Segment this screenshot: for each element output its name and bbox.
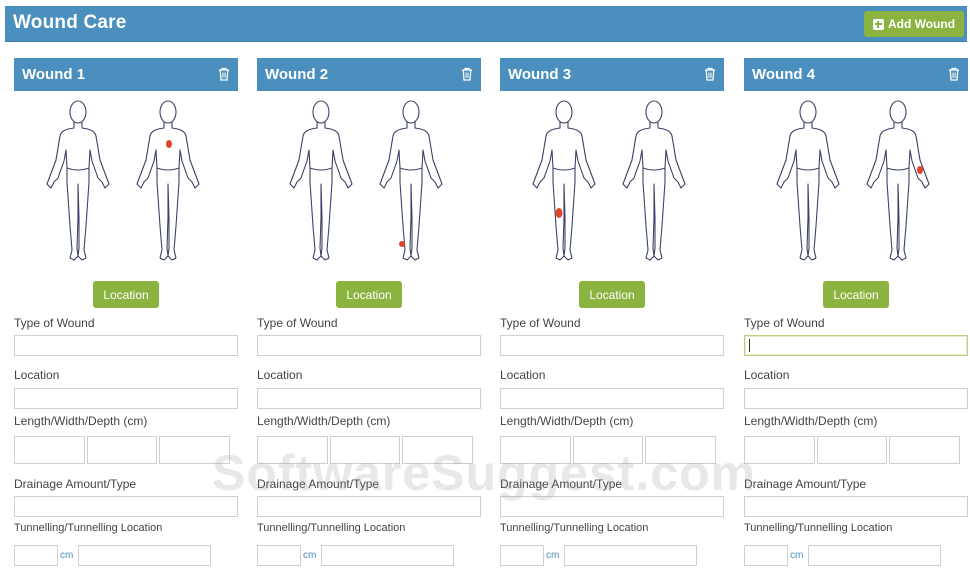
wound-marker xyxy=(917,166,923,174)
type-of-wound-input[interactable] xyxy=(257,335,481,356)
type-of-wound-label: Type of Wound xyxy=(257,316,338,330)
tunnelling-location-input[interactable] xyxy=(808,545,941,566)
wound-title: Wound 2 xyxy=(265,66,329,83)
add-wound-label: Add Wound xyxy=(887,17,956,31)
drainage-label: Drainage Amount/Type xyxy=(257,477,380,491)
body-diagram[interactable] xyxy=(770,98,940,268)
text-cursor xyxy=(749,339,750,352)
back-body-figure xyxy=(866,100,930,261)
tunnelling-location-input[interactable] xyxy=(321,545,454,566)
tunnelling-label: Tunnelling/Tunnelling Location xyxy=(500,522,649,534)
tunnelling-size-input[interactable] xyxy=(14,545,58,566)
length-input[interactable] xyxy=(14,436,85,464)
wound-card-header: Wound 4 xyxy=(744,58,968,91)
trash-icon[interactable] xyxy=(948,67,960,81)
body-diagram[interactable] xyxy=(283,98,453,268)
wound-card-1: Wound 1 Location Type of Wound Location … xyxy=(14,58,238,570)
tunnelling-size-input[interactable] xyxy=(500,545,544,566)
depth-input[interactable] xyxy=(402,436,473,464)
drainage-label: Drainage Amount/Type xyxy=(744,477,867,491)
location-label: Location xyxy=(744,368,790,382)
location-input[interactable] xyxy=(14,388,238,409)
back-body-figure xyxy=(379,100,443,261)
depth-input[interactable] xyxy=(889,436,960,464)
width-input[interactable] xyxy=(817,436,887,464)
wound-title: Wound 1 xyxy=(22,66,86,83)
tunnelling-label: Tunnelling/Tunnelling Location xyxy=(14,522,163,534)
location-button[interactable]: Location xyxy=(336,281,402,308)
wound-marker xyxy=(399,241,405,247)
unit-label: cm xyxy=(60,550,74,561)
width-input[interactable] xyxy=(573,436,643,464)
trash-icon[interactable] xyxy=(704,67,716,81)
tunnelling-location-input[interactable] xyxy=(564,545,697,566)
location-button[interactable]: Location xyxy=(579,281,645,308)
type-of-wound-input[interactable] xyxy=(500,335,724,356)
front-body-figure xyxy=(776,100,840,261)
location-input[interactable] xyxy=(500,388,724,409)
location-label: Location xyxy=(257,368,303,382)
front-body-figure xyxy=(532,100,596,261)
add-wound-button[interactable]: Add Wound xyxy=(864,11,964,37)
drainage-input[interactable] xyxy=(257,496,481,517)
width-input[interactable] xyxy=(87,436,157,464)
drainage-input[interactable] xyxy=(14,496,238,517)
location-label: Location xyxy=(500,368,546,382)
wound-card-header: Wound 2 xyxy=(257,58,481,91)
page-title: Wound Care xyxy=(13,12,127,33)
body-diagram[interactable] xyxy=(40,98,210,268)
length-input[interactable] xyxy=(744,436,815,464)
back-body-figure xyxy=(136,100,200,261)
tunnelling-size-input[interactable] xyxy=(257,545,301,566)
wound-marker xyxy=(555,208,563,218)
back-body-figure xyxy=(622,100,686,261)
body-diagram[interactable] xyxy=(526,98,696,268)
length-input[interactable] xyxy=(500,436,571,464)
location-input[interactable] xyxy=(744,388,968,409)
unit-label: cm xyxy=(546,550,560,561)
wound-card-header: Wound 1 xyxy=(14,58,238,91)
drainage-label: Drainage Amount/Type xyxy=(500,477,623,491)
location-button[interactable]: Location xyxy=(93,281,159,308)
type-of-wound-label: Type of Wound xyxy=(744,316,825,330)
type-of-wound-label: Type of Wound xyxy=(500,316,581,330)
page-header: Wound Care Add Wound xyxy=(5,6,967,42)
front-body-figure xyxy=(289,100,353,261)
width-input[interactable] xyxy=(330,436,400,464)
wound-card-3: Wound 3 Location Type of Wound Location … xyxy=(500,58,724,570)
depth-input[interactable] xyxy=(645,436,716,464)
drainage-input[interactable] xyxy=(744,496,968,517)
wound-title: Wound 3 xyxy=(508,66,572,83)
location-input[interactable] xyxy=(257,388,481,409)
wound-card-2: Wound 2 Location Type of Wound Location … xyxy=(257,58,481,570)
location-label: Location xyxy=(14,368,60,382)
wound-card-header: Wound 3 xyxy=(500,58,724,91)
length-input[interactable] xyxy=(257,436,328,464)
wound-title: Wound 4 xyxy=(752,66,816,83)
type-of-wound-input[interactable] xyxy=(744,335,968,356)
trash-icon[interactable] xyxy=(461,67,473,81)
tunnelling-label: Tunnelling/Tunnelling Location xyxy=(744,522,893,534)
trash-icon[interactable] xyxy=(218,67,230,81)
front-body-figure xyxy=(46,100,110,261)
depth-input[interactable] xyxy=(159,436,230,464)
lwd-label: Length/Width/Depth (cm) xyxy=(14,414,148,428)
type-of-wound-label: Type of Wound xyxy=(14,316,95,330)
plus-square-icon xyxy=(872,18,884,30)
location-button[interactable]: Location xyxy=(823,281,889,308)
tunnelling-location-input[interactable] xyxy=(78,545,211,566)
unit-label: cm xyxy=(790,550,804,561)
tunnelling-label: Tunnelling/Tunnelling Location xyxy=(257,522,406,534)
lwd-label: Length/Width/Depth (cm) xyxy=(500,414,634,428)
unit-label: cm xyxy=(303,550,317,561)
drainage-label: Drainage Amount/Type xyxy=(14,477,137,491)
type-of-wound-input[interactable] xyxy=(14,335,238,356)
tunnelling-size-input[interactable] xyxy=(744,545,788,566)
wound-card-4: Wound 4 Location Type of Wound Location … xyxy=(744,58,968,570)
lwd-label: Length/Width/Depth (cm) xyxy=(744,414,878,428)
lwd-label: Length/Width/Depth (cm) xyxy=(257,414,391,428)
wound-marker xyxy=(166,140,172,148)
drainage-input[interactable] xyxy=(500,496,724,517)
